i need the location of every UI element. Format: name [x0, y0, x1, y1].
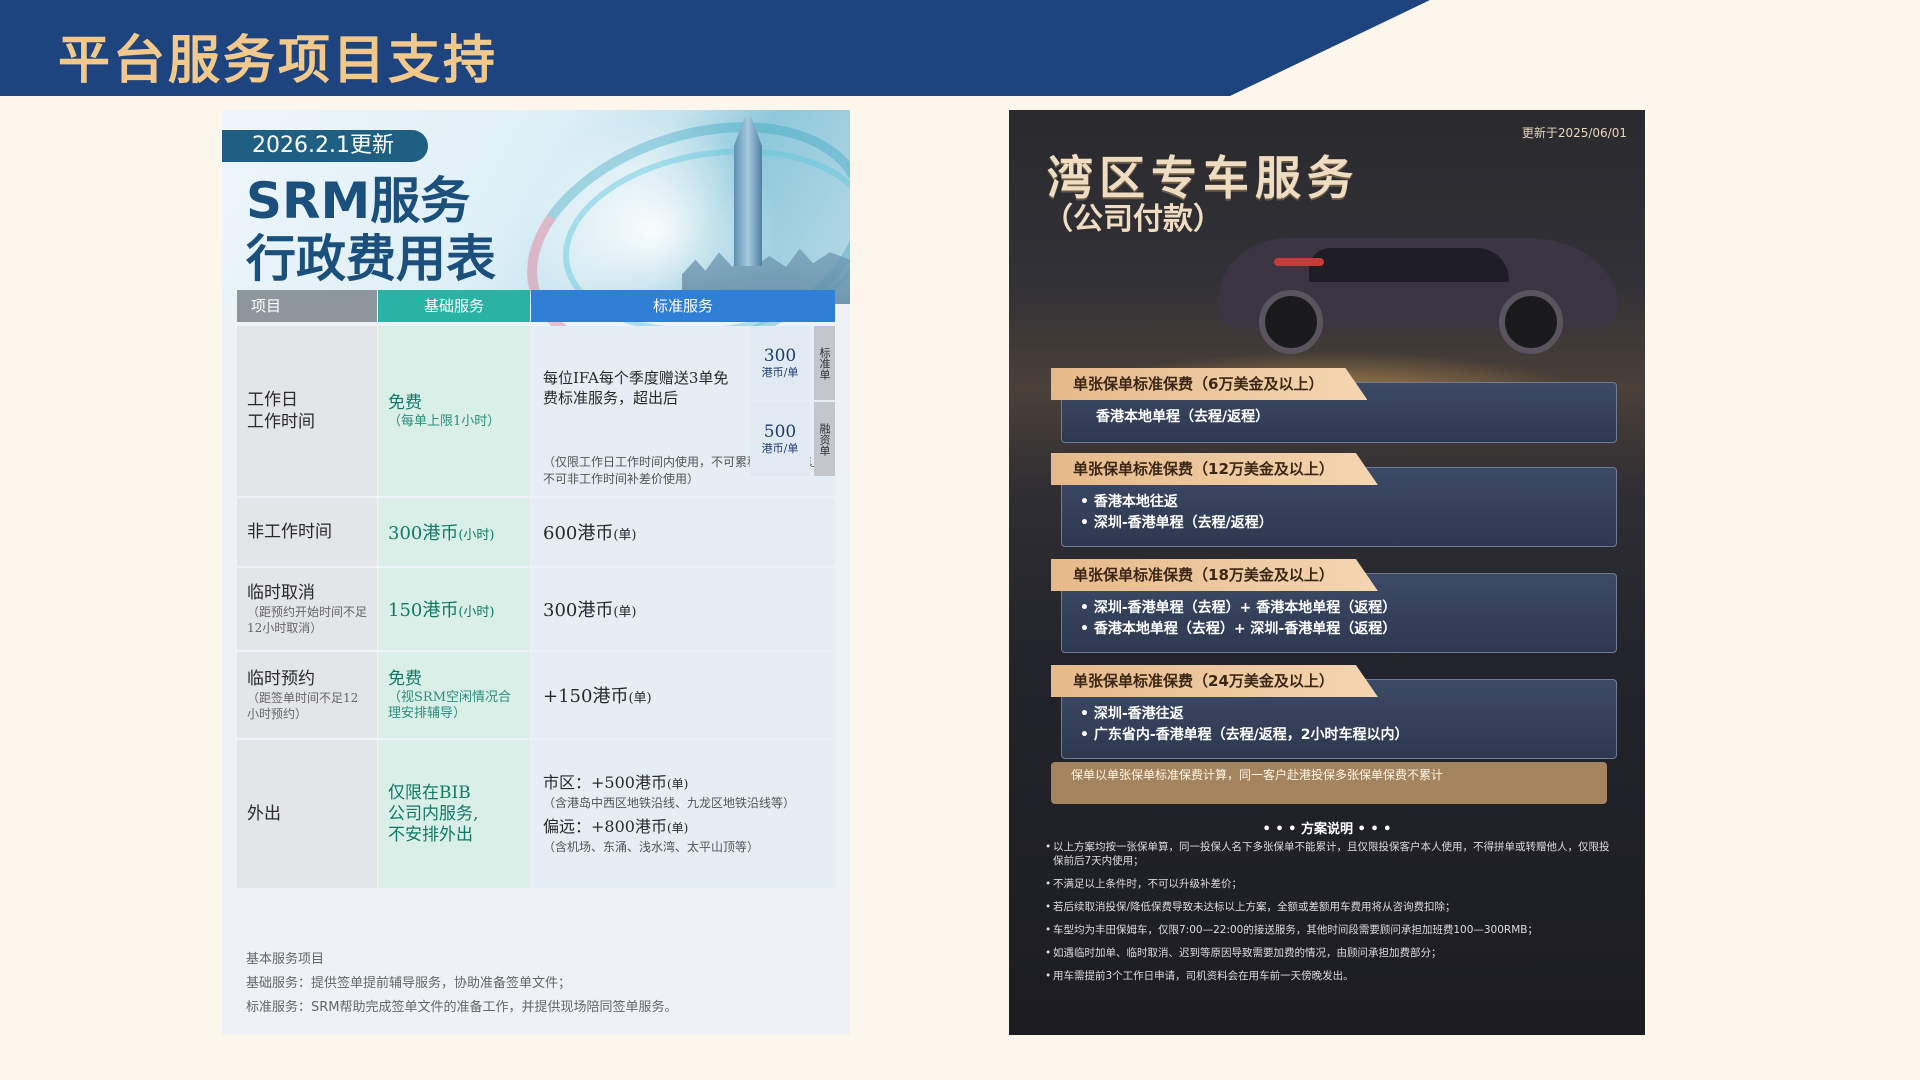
row-outing-standard: 市区：+500港币(单) （含港岛中西区地铁沿线、九龙区地铁沿线等） 偏远：+8…	[531, 740, 835, 888]
car-window	[1309, 248, 1509, 282]
plan-note: 保单以单张保单标准保费计算，同一客户赴港投保多张保单保费不累计	[1051, 762, 1607, 804]
price-standard: 300 港币/单	[750, 326, 810, 400]
row-offhours-basic: 300港币(小时)	[378, 498, 530, 566]
header-basic: 基础服务	[378, 290, 530, 322]
car-updated-date: 更新于2025/06/01	[1521, 126, 1627, 140]
explain-title: • • • 方案说明 • • •	[1262, 822, 1392, 837]
car-taillight	[1274, 258, 1324, 266]
row-workday-basic: 免费 （每单上限1小时）	[378, 326, 530, 496]
car-wheel	[1499, 290, 1563, 354]
tag-standard: 标准单	[814, 326, 835, 400]
list-item: 用车需提前3个工作日申请，司机资料会在用车前一天傍晚发出。	[1045, 969, 1617, 983]
srm-title: SRM服务 行政费用表	[246, 172, 496, 288]
header-item: 项目	[237, 290, 377, 322]
plan-card: • 香港本地往返 • 深圳-香港单程（去程/返程） 单张保单标准保费（12万美金…	[1051, 453, 1617, 549]
srm-title-line2: 行政费用表	[246, 230, 496, 288]
car-subtitle: （公司付款）	[1043, 202, 1223, 237]
row-offhours-standard: 600港币(单)	[531, 498, 835, 566]
update-badge: 2026.2.1更新	[222, 130, 428, 162]
tag-financing: 融资单	[814, 402, 835, 476]
plan-tag: 单张保单标准保费（18万美金及以上）	[1051, 559, 1378, 591]
header-standard: 标准服务	[531, 290, 835, 322]
row-cancel-label: 临时取消 （距预约开始时间不足12小时取消）	[237, 568, 377, 650]
standard-desc: 每位IFA每个季度赠送3单免费标准服务，超出后	[543, 369, 729, 407]
srm-fee-poster: 2026.2.1更新 SRM服务 行政费用表 项目 基础服务 标准服务 工作日 …	[222, 110, 850, 1035]
row-outing-label: 外出	[237, 740, 377, 888]
plan-card: 香港本地单程（去程/返程） 单张保单标准保费（6万美金及以上）	[1051, 368, 1617, 443]
car-service-poster: 更新于2025/06/01 湾区专车服务 （公司付款） 香港本地单程（去程/返程…	[1009, 110, 1645, 1035]
list-item: 如遇临时加单、临时取消、迟到等原因导致需要加费的情况，由顾问承担加费部分；	[1045, 946, 1617, 960]
row-cancel-basic: 150港币(小时)	[378, 568, 530, 650]
car-wheel	[1259, 290, 1323, 354]
plan-card: • 深圳-香港往返 • 广东省内-香港单程（去程/返程，2小时车程以内） 单张保…	[1051, 665, 1617, 761]
row-booking-basic: 免费 （视SRM空闲情况合理安排辅导）	[378, 652, 530, 738]
srm-notes: 基本服务项目 基础服务：提供签单提前辅导服务，协助准备签单文件； 标准服务：SR…	[246, 952, 678, 1015]
plan-tag: 单张保单标准保费（24万美金及以上）	[1051, 665, 1378, 697]
row-workday-label: 工作日 工作时间	[237, 326, 377, 496]
page-title: 平台服务项目支持	[58, 30, 499, 91]
row-booking-standard: +150港币(单)	[531, 652, 835, 738]
srm-title-line1: SRM服务	[246, 172, 471, 230]
list-item: 不满足以上条件时，不可以升级补差价；	[1045, 877, 1617, 891]
list-item: 车型均为丰田保姆车，仅限7:00—22:00的接送服务，其他时间段需要顾问承担加…	[1045, 923, 1617, 937]
row-cancel-standard: 300港币(单)	[531, 568, 835, 650]
explain-list: 以上方案均按一张保单算，同一投保人名下多张保单不能累计，且仅限投保客户本人使用，…	[1045, 840, 1617, 992]
tower-image	[734, 116, 762, 266]
row-offhours-label: 非工作时间	[237, 498, 377, 566]
price-financing: 500 港币/单	[750, 402, 810, 476]
row-outing-basic: 仅限在BIB 公司内服务, 不安排外出	[378, 740, 530, 888]
list-item: 以上方案均按一张保单算，同一投保人名下多张保单不能累计，且仅限投保客户本人使用，…	[1045, 840, 1617, 868]
plan-tag: 单张保单标准保费（12万美金及以上）	[1051, 453, 1378, 485]
plan-card: • 深圳-香港单程（去程）+ 香港本地单程（返程） • 香港本地单程（去程）+ …	[1051, 559, 1617, 655]
list-item: 若后续取消投保/降低保费导致未达标以上方案，全额或差额用车费用将从咨询费扣除；	[1045, 900, 1617, 914]
row-booking-label: 临时预约 （距签单时间不足12小时预约）	[237, 652, 377, 738]
plan-tag: 单张保单标准保费（6万美金及以上）	[1051, 368, 1367, 400]
